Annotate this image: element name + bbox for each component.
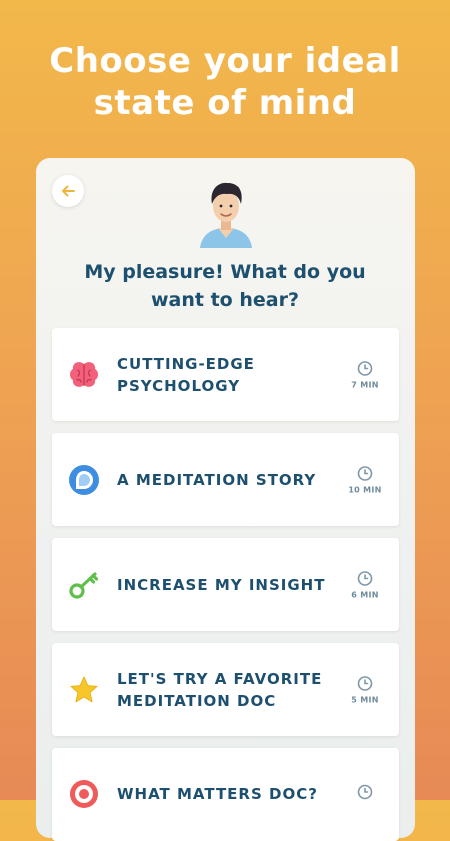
duration	[345, 784, 385, 804]
duration: 5 MIN	[345, 675, 385, 704]
option-label-line-1: WHAT MATTERS DOC?	[117, 785, 318, 803]
brain-icon	[68, 359, 100, 391]
key-icon	[68, 569, 100, 601]
clock-icon	[357, 465, 373, 481]
option-what-matters-doc[interactable]: WHAT MATTERS DOC?	[52, 748, 399, 841]
clock-icon	[357, 360, 373, 376]
duration-label: 10 MIN	[348, 485, 382, 494]
option-label-line-1: A MEDITATION STORY	[117, 470, 317, 489]
clock-icon	[357, 784, 373, 800]
duration-label: 5 MIN	[351, 695, 379, 704]
question-line-1: My pleasure! What do you	[84, 261, 366, 283]
option-meditation-story[interactable]: A MEDITATION STORY 10 MIN	[52, 433, 399, 526]
coach-avatar	[200, 182, 252, 248]
option-cutting-edge-psychology[interactable]: CUTTING-EDGE PSYCHOLOGY 7 MIN	[52, 328, 399, 421]
question-line-2: want to hear?	[151, 289, 299, 311]
duration: 10 MIN	[345, 465, 385, 494]
target-icon	[68, 778, 100, 810]
option-favorite-meditation-doc[interactable]: LET'S TRY A FAVORITE MEDITATION DOC 5 MI…	[52, 643, 399, 736]
option-label: LET'S TRY A FAVORITE MEDITATION DOC	[117, 668, 337, 712]
headline-line-2: state of mind	[93, 83, 357, 123]
option-label: INCREASE MY INSIGHT	[117, 574, 337, 596]
option-label: WHAT MATTERS DOC?	[117, 783, 337, 805]
clock-icon	[357, 675, 373, 691]
clock-icon	[357, 570, 373, 586]
duration-label: 7 MIN	[351, 380, 379, 389]
option-increase-insight[interactable]: INCREASE MY INSIGHT 6 MIN	[52, 538, 399, 631]
duration: 7 MIN	[345, 360, 385, 389]
option-label-line-1: INCREASE MY INSIGHT	[117, 575, 326, 594]
option-label: A MEDITATION STORY	[117, 469, 337, 491]
arrow-left-icon	[62, 185, 75, 197]
star-icon	[68, 674, 100, 706]
back-button[interactable]	[52, 175, 84, 207]
duration-label: 6 MIN	[351, 590, 379, 599]
headline-line-1: Choose your ideal	[49, 41, 401, 81]
option-label-line-1: LET'S TRY A FAVORITE	[117, 669, 323, 688]
option-label-line-1: CUTTING-EDGE	[117, 354, 255, 373]
page-headline: Choose your ideal state of mind	[0, 40, 450, 124]
prompt-question: My pleasure! What do you want to hear?	[60, 258, 390, 314]
duration: 6 MIN	[345, 570, 385, 599]
option-label-line-2: PSYCHOLOGY	[117, 376, 241, 395]
option-label-line-2: MEDITATION DOC	[117, 691, 277, 710]
chat-bubble-icon	[68, 464, 100, 496]
option-label: CUTTING-EDGE PSYCHOLOGY	[117, 353, 337, 397]
